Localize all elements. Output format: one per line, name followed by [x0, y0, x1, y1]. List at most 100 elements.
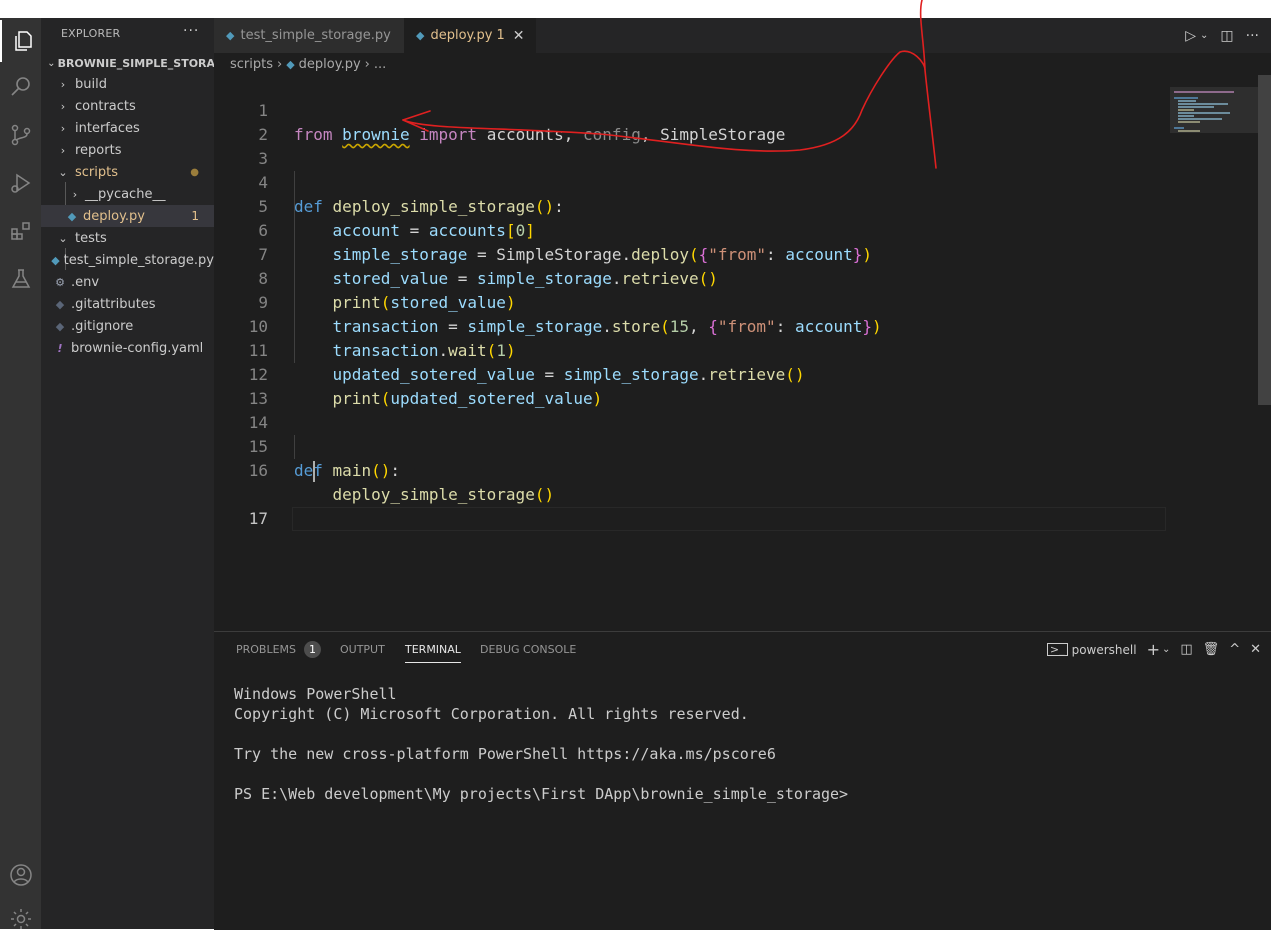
tree-item-label: test_simple_storage.py	[63, 252, 214, 268]
chevron-right-icon: ›	[277, 56, 283, 72]
chevron-down-icon: ⌄	[58, 231, 68, 245]
tree-item-env[interactable]: ⚙ .env	[41, 271, 214, 293]
split-editor-icon[interactable]: ◫	[1220, 28, 1233, 44]
breadcrumb-file[interactable]: deploy.py	[299, 57, 361, 72]
run-icon[interactable]: ▷	[1185, 28, 1196, 44]
tree-item-brownie-config[interactable]: ! brownie-config.yaml	[41, 337, 214, 359]
panel-actions: >_ powershell + ⌄ ◫ 🗑 ^ ✕	[1046, 632, 1261, 667]
code-line: 4 def deploy_simple_storage():	[214, 147, 1164, 216]
text-cursor	[313, 461, 315, 482]
chevron-right-icon: ›	[72, 187, 78, 201]
more-actions-icon[interactable]: ···	[1246, 28, 1259, 44]
tree-item-tests[interactable]: ⌄ tests	[41, 227, 214, 249]
terminal-icon: >_	[1046, 643, 1068, 656]
chevron-right-icon: ›	[60, 143, 66, 157]
terminal-line: Try the new cross-platform PowerShell ht…	[234, 745, 776, 763]
modified-dot-icon: ●	[190, 166, 199, 178]
close-panel-icon[interactable]: ✕	[1250, 642, 1261, 657]
breadcrumb: scripts › ◆ deploy.py › ...	[214, 53, 1271, 75]
explorer-sidebar: EXPLORER ··· ⌄ BROWNIE_SIMPLE_STORAGE › …	[41, 18, 214, 929]
project-folder[interactable]: ⌄ BROWNIE_SIMPLE_STORAGE	[41, 52, 214, 74]
tree-item-label: build	[75, 76, 107, 92]
split-terminal-icon[interactable]: ◫	[1180, 642, 1192, 657]
breadcrumb-folder[interactable]: scripts	[230, 57, 273, 72]
tab-label: test_simple_storage.py	[240, 28, 391, 43]
chevron-right-icon: ›	[60, 77, 66, 91]
tree-item-build[interactable]: › build	[41, 73, 214, 95]
terminal-line: Windows PowerShell	[234, 685, 397, 703]
tree-item-label: interfaces	[75, 120, 140, 136]
current-line-highlight	[292, 507, 1166, 531]
code-line: 12 print(updated_sotered_value)	[214, 339, 1164, 408]
chevron-right-icon: ›	[364, 56, 370, 72]
chevron-down-icon: ⌄	[47, 57, 56, 69]
source-control-icon[interactable]	[0, 114, 41, 156]
editor-tab-bar: ◆ test_simple_storage.py ◆ deploy.py 1 ✕…	[214, 18, 1271, 53]
tree-item-label: .gitignore	[71, 318, 134, 334]
tree-item-pycache[interactable]: › __pycache__	[41, 183, 214, 205]
yaml-file-icon: !	[57, 341, 63, 355]
explorer-icon[interactable]	[0, 20, 43, 62]
code-line: 1 from brownie import accounts, config, …	[214, 75, 1164, 144]
tree-item-label: scripts	[75, 164, 118, 180]
code-line: 3	[214, 123, 1164, 168]
tree-item-reports[interactable]: › reports	[41, 139, 214, 161]
chevron-down-icon: ⌄	[58, 165, 68, 179]
run-debug-icon[interactable]	[0, 162, 41, 204]
project-folder-label: BROWNIE_SIMPLE_STORAGE	[57, 56, 214, 70]
tree-item-contracts[interactable]: › contracts	[41, 95, 214, 117]
code-editor[interactable]: 1 from brownie import accounts, config, …	[214, 75, 1271, 631]
extensions-icon[interactable]	[0, 210, 41, 252]
breadcrumb-symbol[interactable]: ...	[374, 57, 386, 72]
terminal-shell-selector[interactable]: powershell	[1072, 643, 1137, 657]
search-icon[interactable]	[0, 66, 41, 108]
maximize-panel-icon[interactable]: ^	[1229, 642, 1240, 657]
tab-deploy-py[interactable]: ◆ deploy.py 1 ✕	[404, 18, 536, 53]
code-line: 14	[214, 387, 1164, 432]
tree-item-scripts[interactable]: ⌄ scripts ●	[41, 161, 214, 183]
trash-icon[interactable]: 🗑	[1203, 642, 1220, 657]
current-code-line: 17	[214, 459, 1166, 531]
tree-item-label: .gitattributes	[71, 296, 156, 312]
tab-terminal[interactable]: TERMINAL	[405, 632, 461, 667]
chevron-right-icon: ›	[60, 99, 66, 113]
tab-output[interactable]: OUTPUT	[340, 632, 385, 667]
tree-item-label: brownie-config.yaml	[71, 340, 204, 356]
tab-debug-console[interactable]: DEBUG CONSOLE	[480, 632, 576, 667]
python-file-icon: ◆	[286, 57, 295, 71]
tree-item-gitignore[interactable]: ◆ .gitignore	[41, 315, 214, 337]
new-terminal-icon[interactable]: +	[1147, 640, 1160, 659]
settings-gear-icon[interactable]	[0, 898, 41, 940]
tab-test-simple-storage[interactable]: ◆ test_simple_storage.py	[214, 18, 404, 53]
code-line: 5 account = accounts[0]	[214, 171, 1164, 240]
code-line: 16 deploy_simple_storage()	[214, 435, 1164, 504]
tree-item-gitattributes[interactable]: ◆ .gitattributes	[41, 293, 214, 315]
tab-label: deploy.py	[430, 28, 493, 43]
panel-tab-label: DEBUG CONSOLE	[480, 643, 577, 656]
tree-item-test-simple-storage[interactable]: ◆ test_simple_storage.py	[41, 249, 214, 271]
code-line: 8 print(stored_value)	[214, 243, 1164, 312]
terminal-prompt: PS E:\Web development\My projects\First …	[234, 785, 849, 803]
editor-scrollbar-thumb[interactable]	[1258, 75, 1271, 405]
minimap[interactable]	[1170, 75, 1258, 631]
account-icon[interactable]	[0, 854, 41, 896]
tab-problems[interactable]: PROBLEMS 1	[236, 632, 322, 667]
tree-item-deploy-py[interactable]: ◆ deploy.py 1	[41, 205, 214, 227]
close-icon[interactable]: ✕	[513, 28, 525, 44]
chevron-down-icon[interactable]: ⌄	[1200, 30, 1208, 41]
editor-actions: ▷ ⌄ ◫ ···	[1185, 18, 1259, 53]
python-file-icon: ◆	[67, 209, 77, 223]
panel-tab-label: OUTPUT	[340, 643, 385, 656]
code-line: 13	[214, 363, 1164, 408]
git-file-icon: ◆	[55, 297, 65, 311]
code-line: 6 simple_storage = SimpleStorage.deploy(…	[214, 195, 1164, 264]
sidebar-title: EXPLORER	[61, 27, 121, 40]
git-file-icon: ◆	[55, 319, 65, 333]
tree-item-label: .env	[71, 274, 100, 290]
testing-icon[interactable]	[0, 258, 41, 300]
tree-item-interfaces[interactable]: › interfaces	[41, 117, 214, 139]
chevron-down-icon[interactable]: ⌄	[1162, 644, 1170, 655]
tree-item-label: __pycache__	[85, 186, 166, 202]
activity-bar	[0, 18, 41, 929]
more-actions-icon[interactable]: ···	[183, 23, 199, 39]
